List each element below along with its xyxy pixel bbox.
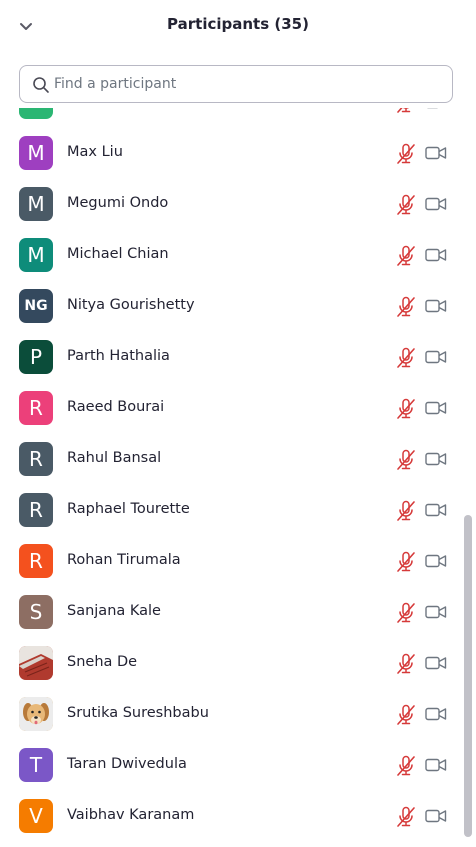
mic-muted-icon[interactable] <box>394 754 418 778</box>
participant-row[interactable]: R Rahul Bansal <box>0 434 462 485</box>
mic-muted-icon[interactable] <box>394 397 418 421</box>
participant-name: Rohan Tirumala <box>67 552 181 568</box>
panel-header: Participants (35) <box>0 0 476 54</box>
participant-row[interactable]: T Taran Dwivedula <box>0 740 462 791</box>
mic-muted-icon[interactable] <box>394 193 418 217</box>
participant-row[interactable]: S Sanjana Kale <box>0 587 462 638</box>
participant-row[interactable]: R Raeed Bourai <box>0 383 462 434</box>
mic-muted-icon[interactable] <box>394 448 418 472</box>
mic-muted-icon[interactable] <box>394 652 418 676</box>
mic-muted-icon[interactable] <box>394 550 418 574</box>
video-camera-icon[interactable] <box>425 654 447 672</box>
video-camera-icon[interactable] <box>425 195 447 213</box>
participant-row[interactable]: R Rohan Tirumala <box>0 536 462 587</box>
search-icon <box>33 77 49 93</box>
participant-name: Taran Dwivedula <box>67 756 187 772</box>
participant-row[interactable]: V Vaibhav Karanam <box>0 791 462 842</box>
participant-list-viewport[interactable]: M Max Liu M Megumi Ondo M Michael Chian NG Nity… <box>0 108 462 847</box>
video-camera-icon[interactable] <box>425 246 447 264</box>
participant-name: Megumi Ondo <box>67 195 169 211</box>
avatar: R <box>19 544 53 578</box>
avatar: NG <box>19 289 53 323</box>
mic-muted-icon[interactable] <box>394 601 418 625</box>
participant-row[interactable]: M Megumi Ondo <box>0 179 462 230</box>
scrollbar-thumb[interactable] <box>464 515 472 837</box>
participant-name: Sanjana Kale <box>67 603 161 619</box>
participant-name: Max Liu <box>67 144 123 160</box>
video-camera-icon[interactable] <box>425 108 447 111</box>
mic-muted-icon[interactable] <box>394 108 418 115</box>
participant-name: Sneha De <box>67 654 138 670</box>
avatar: M <box>19 136 53 170</box>
mic-muted-icon[interactable] <box>394 295 418 319</box>
participant-name: Raeed Bourai <box>67 399 165 415</box>
participant-name: Srutika Sureshbabu <box>67 705 209 721</box>
mic-muted-icon[interactable] <box>394 499 418 523</box>
avatar: M <box>19 238 53 272</box>
participant-name: Michael Chian <box>67 246 169 262</box>
participant-row[interactable]: M Max Liu <box>0 128 462 179</box>
avatar <box>19 697 53 731</box>
participant-row[interactable]: Sneha De <box>0 638 462 689</box>
avatar: M <box>19 187 53 221</box>
mic-muted-icon[interactable] <box>394 703 418 727</box>
avatar: R <box>19 493 53 527</box>
avatar: T <box>19 748 53 782</box>
avatar: R <box>19 391 53 425</box>
mic-muted-icon[interactable] <box>394 805 418 829</box>
avatar: P <box>19 340 53 374</box>
participant-name: Vaibhav Karanam <box>67 807 195 823</box>
mic-muted-icon[interactable] <box>394 346 418 370</box>
participant-name: Raphael Tourette <box>67 501 190 517</box>
avatar <box>19 646 53 680</box>
search-input[interactable] <box>54 66 444 102</box>
video-camera-icon[interactable] <box>425 348 447 366</box>
avatar: R <box>19 442 53 476</box>
participant-row[interactable]: Srutika Sureshbabu <box>0 689 462 740</box>
participant-name: Rahul Bansal <box>67 450 162 466</box>
avatar: V <box>19 799 53 833</box>
participant-row[interactable]: NG Nitya Gourishetty <box>0 281 462 332</box>
search-box[interactable] <box>19 65 453 103</box>
video-camera-icon[interactable] <box>425 552 447 570</box>
video-camera-icon[interactable] <box>425 501 447 519</box>
participant-row[interactable]: P Parth Hathalia <box>0 332 462 383</box>
participant-name: Nitya Gourishetty <box>67 297 195 313</box>
avatar: S <box>19 595 53 629</box>
participant-row[interactable]: M Michael Chian <box>0 230 462 281</box>
participants-panel: Participants (35) MMax LiuMMegumi OndoMM… <box>0 0 476 847</box>
participant-list: M Max Liu M Megumi Ondo M Michael Chian NG Nity… <box>0 108 462 842</box>
participant-name: Parth Hathalia <box>67 348 170 364</box>
video-camera-icon[interactable] <box>425 144 447 162</box>
panel-title: Participants (35) <box>167 15 309 33</box>
video-camera-icon[interactable] <box>425 450 447 468</box>
video-camera-icon[interactable] <box>425 705 447 723</box>
video-camera-icon[interactable] <box>425 399 447 417</box>
video-camera-icon[interactable] <box>425 297 447 315</box>
avatar <box>19 108 53 119</box>
video-camera-icon[interactable] <box>425 603 447 621</box>
mic-muted-icon[interactable] <box>394 142 418 166</box>
video-camera-icon[interactable] <box>425 756 447 774</box>
video-camera-icon[interactable] <box>425 807 447 825</box>
mic-muted-icon[interactable] <box>394 244 418 268</box>
participant-row[interactable] <box>0 108 462 128</box>
participant-row[interactable]: R Raphael Tourette <box>0 485 462 536</box>
